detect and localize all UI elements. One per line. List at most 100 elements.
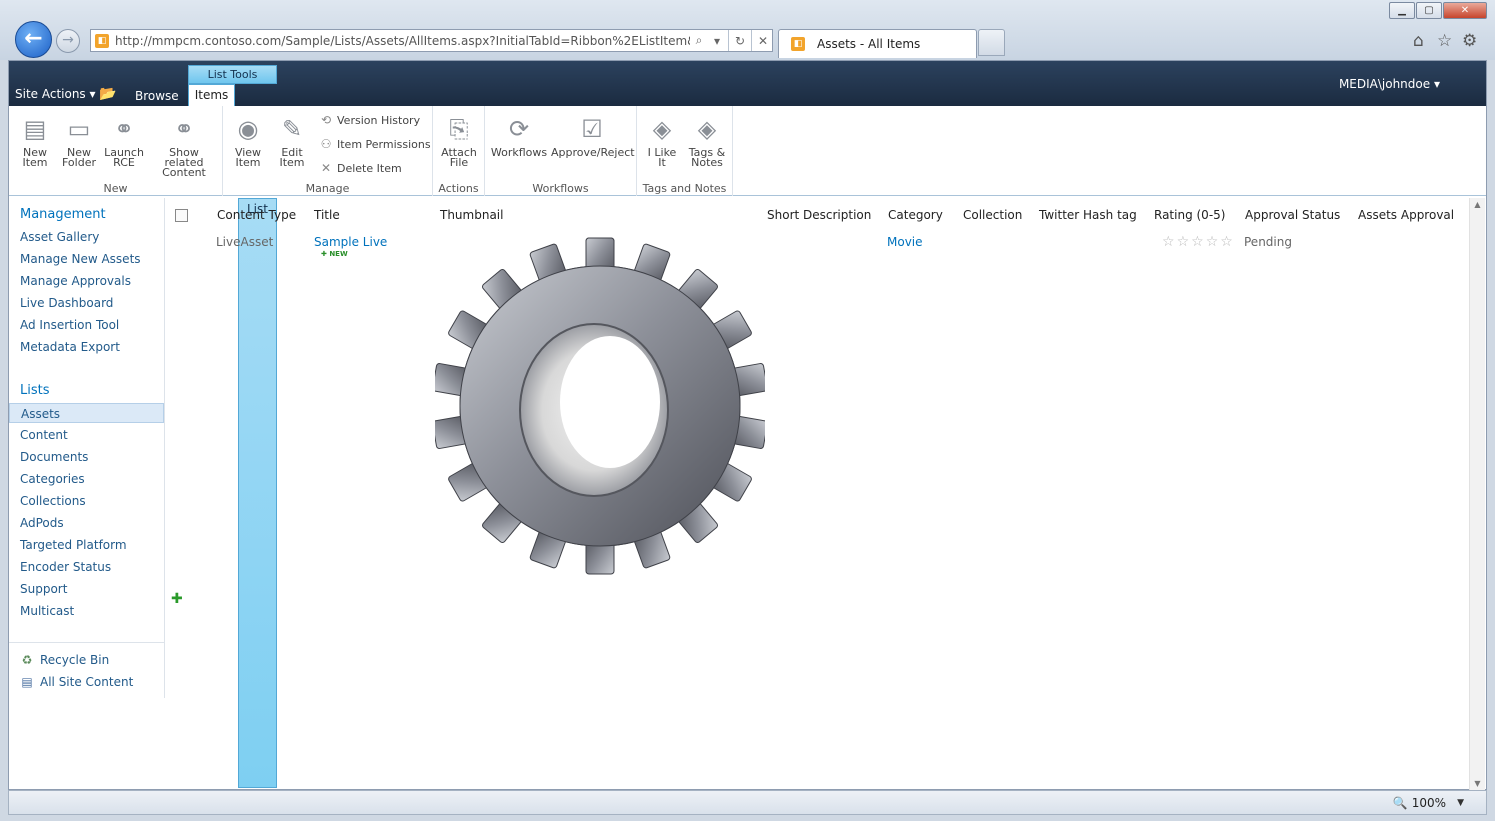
chevron-down-icon: ▾	[1433, 77, 1440, 91]
nav-heading-lists[interactable]: Lists	[20, 383, 50, 398]
tags-notes-button[interactable]: ◈ Tags & Notes	[687, 114, 727, 168]
approve-reject-label: Approve/Reject	[551, 146, 635, 159]
approve-reject-button[interactable]: ☑ Approve/Reject	[551, 114, 635, 159]
launch-rce-label: Launch RCE	[104, 146, 144, 169]
cell-category-link[interactable]: Movie	[887, 235, 923, 249]
refresh-icon[interactable]: ↻	[731, 34, 749, 48]
address-bar[interactable]: ◧ http://mmpcm.contoso.com/Sample/Lists/…	[90, 29, 773, 52]
add-new-item-plus-icon[interactable]: ✚	[171, 591, 183, 607]
minimize-button[interactable]: ▁	[1389, 2, 1415, 19]
recycle-bin-icon: ♻	[21, 653, 33, 667]
new-item-button[interactable]: ▤ New Item	[17, 114, 53, 168]
delete-item-button[interactable]: ✕ Delete Item	[318, 161, 402, 175]
nav-item-categories[interactable]: Categories	[9, 469, 164, 489]
show-related-label: Show related Content	[162, 146, 206, 179]
close-window-button[interactable]: ✕	[1443, 2, 1487, 19]
user-menu[interactable]: MEDIA\johndoe ▾	[1339, 77, 1440, 91]
nav-heading-management[interactable]: Management	[20, 207, 106, 222]
home-icon[interactable]: ⌂	[1413, 31, 1424, 51]
column-header-rating[interactable]: Rating (0-5)	[1154, 208, 1225, 222]
column-header-collection[interactable]: Collection	[963, 208, 1022, 222]
select-all-checkbox[interactable]	[175, 209, 188, 222]
rating-stars[interactable]: ☆ ☆ ☆ ☆ ☆	[1162, 234, 1235, 250]
ribbon-group-new: ▤ New Item ▭ New Folder ⚭ Launch RCE ⚭ S…	[9, 106, 223, 196]
column-header-category[interactable]: Category	[888, 208, 943, 222]
star-icon[interactable]: ☆	[1177, 234, 1190, 250]
ribbon-group-tags-notes: ◈ I Like It ◈ Tags & Notes Tags and Note…	[637, 106, 733, 196]
item-permissions-label: Item Permissions	[337, 137, 431, 151]
nav-item-support[interactable]: Support	[9, 579, 164, 599]
i-like-it-button[interactable]: ◈ I Like It	[643, 114, 681, 168]
nav-item-manage-approvals[interactable]: Manage Approvals	[9, 271, 164, 291]
attach-file-button[interactable]: ⎘ Attach File	[439, 114, 479, 168]
column-header-twitter-hash-tag[interactable]: Twitter Hash tag	[1039, 208, 1137, 222]
ribbon-group-actions: ⎘ Attach File Actions	[433, 106, 485, 196]
user-name: MEDIA\johndoe	[1338, 77, 1431, 91]
tab-items[interactable]: Items	[188, 84, 235, 106]
edit-item-button[interactable]: ✎ Edit Item	[273, 114, 311, 168]
zoom-level[interactable]: 🔍 100%	[1393, 796, 1446, 810]
search-icon[interactable]: ⌕	[690, 33, 708, 48]
nav-item-content[interactable]: Content	[9, 425, 164, 445]
star-icon[interactable]: ☆	[1206, 234, 1219, 250]
column-header-content-type[interactable]: Content Type	[217, 208, 296, 222]
column-header-short-description[interactable]: Short Description	[767, 208, 871, 222]
star-icon[interactable]: ☆	[1220, 234, 1233, 250]
i-like-it-label: I Like It	[647, 146, 677, 169]
stop-icon[interactable]: ✕	[754, 34, 772, 48]
show-related-content-button[interactable]: ⚭ Show related Content	[149, 114, 219, 178]
nav-item-asset-gallery[interactable]: Asset Gallery	[9, 227, 164, 247]
star-icon[interactable]: ☆	[1162, 234, 1175, 250]
nav-item-targeted-platform[interactable]: Targeted Platform	[9, 535, 164, 555]
maximize-button[interactable]: ▢	[1416, 2, 1442, 19]
version-history-button[interactable]: ⟲ Version History	[318, 113, 420, 127]
column-header-thumbnail[interactable]: Thumbnail	[440, 208, 503, 222]
view-item-button[interactable]: ◉ View Item	[229, 114, 267, 168]
navigate-up-icon[interactable]: 📂	[99, 86, 116, 102]
scroll-up-arrow-icon[interactable]: ▲	[1470, 200, 1485, 209]
launch-rce-button[interactable]: ⚭ Launch RCE	[104, 114, 144, 168]
nav-item-metadata-export[interactable]: Metadata Export	[9, 337, 164, 357]
cell-title-link[interactable]: Sample Live	[314, 235, 387, 249]
gear-thumbnail[interactable]	[435, 236, 765, 576]
nav-item-live-dashboard[interactable]: Live Dashboard	[9, 293, 164, 313]
scroll-down-arrow-icon[interactable]: ▼	[1470, 779, 1485, 788]
column-header-assets-approval[interactable]: Assets Approval	[1358, 208, 1454, 222]
column-header-approval-status[interactable]: Approval Status	[1245, 208, 1340, 222]
delete-item-label: Delete Item	[337, 161, 402, 175]
gear-icon[interactable]: ⚙	[1462, 31, 1477, 51]
nav-item-ad-insertion-tool[interactable]: Ad Insertion Tool	[9, 315, 164, 335]
favorites-star-icon[interactable]: ☆	[1437, 31, 1452, 51]
ribbon-group-workflows: ⟳ Workflows ☑ Approve/Reject Workflows	[485, 106, 637, 196]
new-folder-button[interactable]: ▭ New Folder	[61, 114, 97, 168]
vertical-scrollbar[interactable]: ▲ ▼	[1469, 198, 1485, 790]
forward-button[interactable]: →	[56, 29, 80, 53]
back-button[interactable]: ←	[15, 21, 52, 58]
new-folder-label: New Folder	[62, 146, 96, 169]
url-text[interactable]: http://mmpcm.contoso.com/Sample/Lists/As…	[115, 34, 690, 48]
site-actions-menu[interactable]: Site Actions ▾	[15, 87, 96, 101]
nav-item-adpods[interactable]: AdPods	[9, 513, 164, 533]
new-tab-button[interactable]	[978, 29, 1005, 56]
recycle-bin-link[interactable]: ♻ Recycle Bin	[20, 653, 110, 667]
nav-item-manage-new-assets[interactable]: Manage New Assets	[9, 249, 164, 269]
rce-icon: ⚭	[113, 115, 135, 143]
view-item-icon: ◉	[237, 115, 259, 143]
nav-item-documents[interactable]: Documents	[9, 447, 164, 467]
all-site-content-link[interactable]: ▤ All Site Content	[20, 675, 133, 689]
item-permissions-button[interactable]: ⚇ Item Permissions	[318, 137, 431, 151]
zoom-dropdown-icon[interactable]: ▼	[1457, 798, 1464, 808]
list-tools-context-group: List Tools	[188, 65, 277, 84]
nav-item-multicast[interactable]: Multicast	[9, 601, 164, 621]
column-header-title[interactable]: Title	[314, 208, 340, 222]
browser-tab[interactable]: ◧ Assets - All Items	[778, 29, 977, 58]
nav-item-collections[interactable]: Collections	[9, 491, 164, 511]
dropdown-arrow-icon[interactable]: ▾	[708, 34, 726, 48]
workflows-button[interactable]: ⟳ Workflows	[489, 114, 549, 158]
tags-notes-label: Tags & Notes	[688, 146, 726, 169]
nav-item-assets[interactable]: Assets	[9, 403, 164, 423]
tab-browse[interactable]: Browse	[135, 89, 179, 103]
star-icon[interactable]: ☆	[1191, 234, 1204, 250]
ribbon-group-label: Manage	[305, 182, 350, 195]
nav-item-encoder-status[interactable]: Encoder Status	[9, 557, 164, 577]
